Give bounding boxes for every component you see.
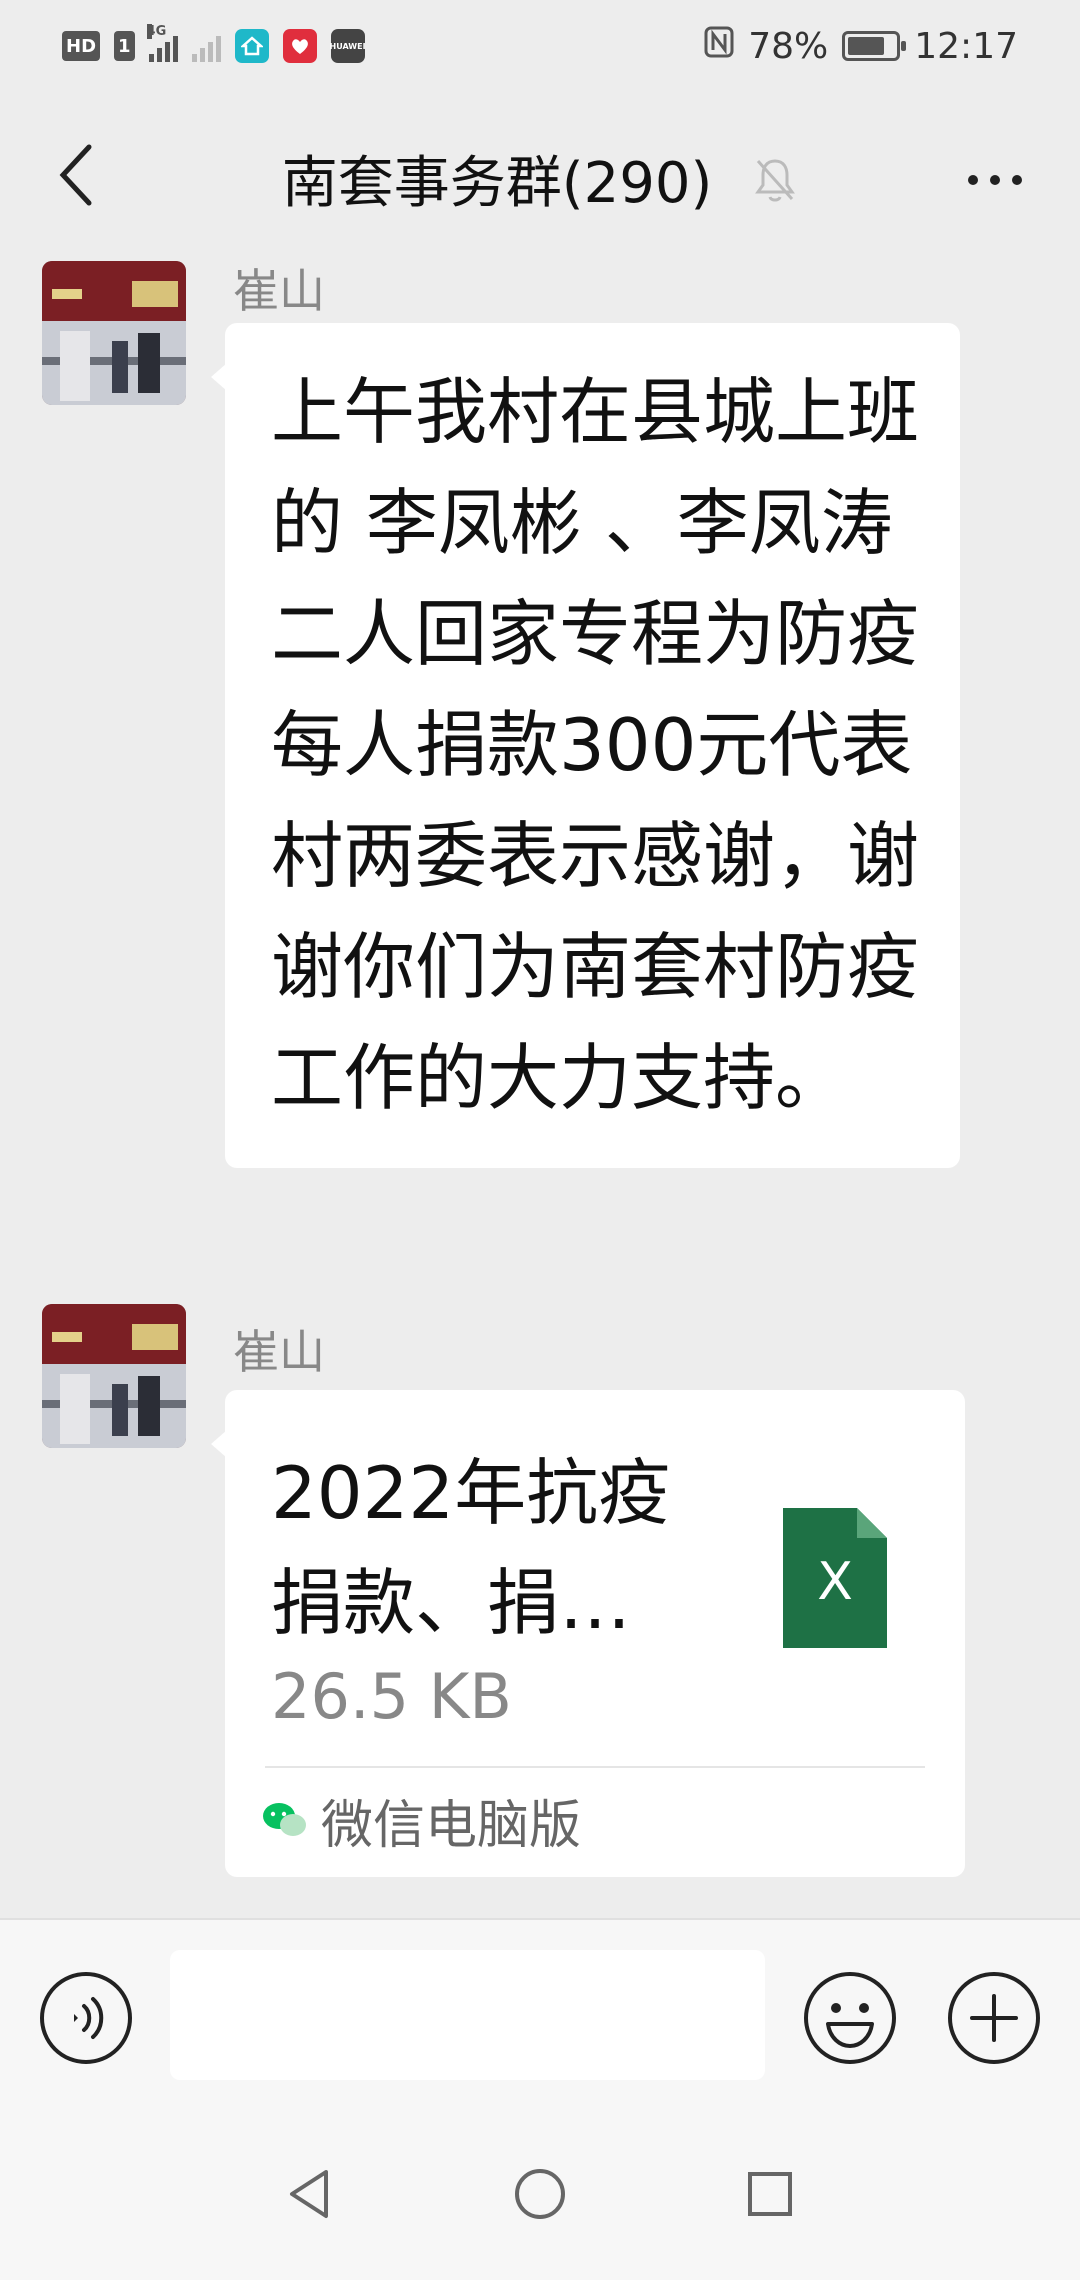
- input-bar: [0, 1918, 1080, 2110]
- clock: 12:17: [914, 25, 1018, 67]
- status-left: HD 1 4G HUAWEI: [62, 24, 366, 63]
- shopping-app-icon: [282, 29, 317, 63]
- plus-icon: [948, 1972, 1040, 2064]
- message-row: 崔山 上午我村在县城上班的 李凤彬 、李凤涛二人回家专程为防疫每人捐款300元代…: [0, 255, 1080, 1255]
- sender-name: 崔山: [233, 264, 325, 318]
- smiley-face-icon: [804, 1972, 896, 2064]
- file-source-label: 微信电脑版: [321, 1795, 582, 1856]
- huawei-app-icon: HUAWEI: [329, 29, 366, 63]
- nav-back-button[interactable]: [270, 2154, 350, 2234]
- huawei-app-label: HUAWEI: [329, 41, 366, 51]
- more-dot-icon: [1012, 175, 1022, 185]
- nav-home-button[interactable]: [500, 2154, 580, 2234]
- sim-badge: 1: [114, 31, 135, 61]
- file-message-bubble[interactable]: 2022年抗疫捐款、捐… 26.5 KB X 微信电脑版: [211, 1390, 965, 1877]
- file-source: 微信电脑版: [261, 1780, 581, 1860]
- signal-strength-icon: 4G: [146, 24, 178, 62]
- network-type-label: 4G: [146, 24, 167, 39]
- battery-icon: [842, 31, 907, 61]
- mute-bell-icon: [752, 154, 798, 219]
- home-app-icon: [234, 29, 269, 63]
- more-functions-button[interactable]: [946, 1970, 1042, 2066]
- square-recents-icon: [748, 2172, 792, 2216]
- avatar-image: [42, 1304, 186, 1448]
- triangle-back-icon: [290, 2170, 328, 2218]
- signal-sim2-icon: [191, 30, 221, 62]
- system-navigation-bar: [0, 2110, 1080, 2280]
- chat-title: 南套事务群(290): [281, 151, 713, 216]
- status-right: 78% 12:17: [704, 26, 1018, 67]
- message-row: 崔山 2022年抗疫捐款、捐… 26.5 KB X 微信电脑版: [0, 1302, 1080, 1882]
- message-text: 上午我村在县城上班的 李凤彬 、李凤涛二人回家专程为防疫每人捐款300元代表村两…: [271, 370, 920, 1120]
- sender-avatar[interactable]: [42, 261, 186, 405]
- nfc-icon: [704, 26, 734, 66]
- sender-name: 崔山: [233, 1325, 325, 1379]
- battery-percent: 78%: [748, 25, 829, 67]
- emoji-button[interactable]: [802, 1970, 898, 2066]
- more-dot-icon: [968, 175, 978, 185]
- text-message-bubble[interactable]: 上午我村在县城上班的 李凤彬 、李凤涛二人回家专程为防疫每人捐款300元代表村两…: [211, 323, 960, 1168]
- sender-avatar[interactable]: [42, 1304, 186, 1448]
- hd-badge: HD: [62, 31, 101, 61]
- excel-file-icon: X: [783, 1508, 887, 1648]
- avatar-image: [42, 261, 186, 405]
- file-name: 2022年抗疫捐款、捐…: [271, 1451, 671, 1645]
- wechat-icon: [263, 1803, 306, 1836]
- chat-header: 南套事务群(290): [0, 120, 1080, 230]
- title-wrap: 南套事务群(290): [0, 138, 1080, 219]
- circle-home-icon: [515, 2169, 565, 2219]
- file-type-label: X: [817, 1552, 853, 1612]
- battery-fill: [848, 37, 885, 55]
- nav-recents-button[interactable]: [730, 2154, 810, 2234]
- more-dot-icon: [990, 175, 1000, 185]
- file-size: 26.5 KB: [271, 1660, 512, 1733]
- voice-input-button[interactable]: [38, 1970, 134, 2066]
- status-bar: HD 1 4G HUAWEI 78% 12:17: [0, 0, 1080, 92]
- more-options-button[interactable]: [950, 145, 1040, 215]
- divider: [265, 1766, 925, 1768]
- voice-icon: [40, 1972, 132, 2064]
- message-input[interactable]: [170, 1950, 765, 2080]
